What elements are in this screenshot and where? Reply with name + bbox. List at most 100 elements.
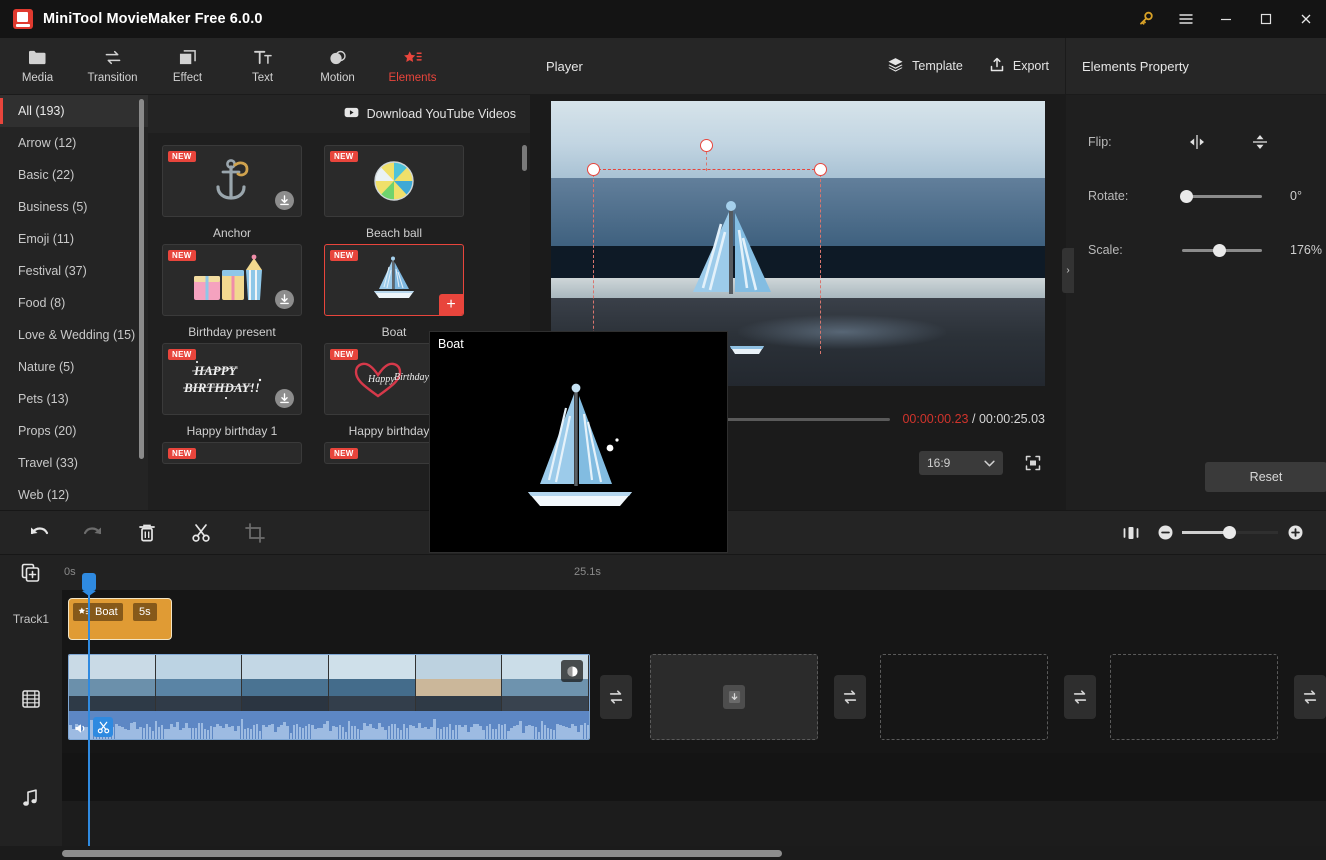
zoom-in-icon[interactable] [1278, 510, 1312, 555]
layers-square-icon [178, 48, 197, 67]
download-button[interactable] [275, 191, 294, 210]
minimize-icon[interactable] [1206, 0, 1246, 38]
download-button[interactable] [275, 389, 294, 408]
boat-element-overlay[interactable] [675, 186, 795, 316]
track-row-audio-upper[interactable] [62, 753, 1326, 801]
timeline-ruler[interactable]: 0s 25.1s [0, 555, 1326, 590]
category-item-food[interactable]: Food (8) [0, 287, 148, 319]
tab-effect[interactable]: Effect [150, 38, 225, 95]
fit-timeline-icon[interactable] [1114, 510, 1148, 555]
grid-scrollbar[interactable] [522, 145, 527, 171]
tab-media[interactable]: Media [0, 38, 75, 95]
template-button[interactable]: Template [887, 57, 963, 75]
elements-star-icon [403, 48, 423, 67]
timeline-playhead[interactable] [82, 573, 96, 846]
rotate-slider-knob[interactable] [1180, 189, 1193, 203]
svg-text:Happy: Happy [367, 374, 395, 385]
key-icon[interactable] [1126, 0, 1166, 38]
selection-handle-right[interactable] [813, 163, 827, 176]
media-placeholder-1[interactable] [650, 654, 818, 740]
new-badge: NEW [330, 151, 358, 162]
category-label: Web (12) [18, 488, 70, 502]
zoom-out-icon[interactable] [1148, 510, 1182, 555]
selection-rotate-handle[interactable] [699, 139, 713, 152]
category-item-basic[interactable]: Basic (22) [0, 159, 148, 191]
split-scissors-icon[interactable] [174, 510, 228, 555]
happy-birthday-text-icon: HAPPY BIRTHDAY!! [182, 361, 262, 399]
element-thumb-beach-ball[interactable]: NEW [324, 145, 464, 217]
media-placeholder-3[interactable] [1110, 654, 1278, 740]
delete-trash-icon[interactable] [120, 510, 174, 555]
transition-slot-1[interactable] [600, 675, 632, 719]
panel-collapse-handle[interactable]: › [1062, 248, 1074, 293]
element-thumb-next-1[interactable]: NEW [162, 442, 302, 464]
timeline-element-clip-boat[interactable]: Boat 5s [68, 598, 172, 640]
element-thumb-birthday-present[interactable]: NEW [162, 244, 302, 316]
category-item-travel[interactable]: Travel (33) [0, 447, 148, 479]
category-item-arrow[interactable]: Arrow (12) [0, 127, 148, 159]
tab-text[interactable]: Text [225, 38, 300, 95]
clip-thumbnail [242, 655, 330, 713]
category-item-nature[interactable]: Nature (5) [0, 351, 148, 383]
redo-icon[interactable] [66, 510, 120, 555]
reset-button[interactable]: Reset [1205, 462, 1326, 492]
add-element-button[interactable]: + [439, 294, 463, 315]
crop-icon[interactable] [228, 510, 282, 555]
transition-slot-3[interactable] [1064, 675, 1096, 719]
scale-slider-knob[interactable] [1213, 243, 1226, 257]
element-thumb-boat[interactable]: NEW + [324, 244, 464, 316]
timeline-video-clip[interactable] [68, 654, 590, 740]
maximize-icon[interactable] [1246, 0, 1286, 38]
close-icon[interactable] [1286, 0, 1326, 38]
aspect-ratio-select[interactable]: 16:9 [919, 451, 1003, 475]
undo-icon[interactable] [12, 510, 66, 555]
tab-transition[interactable]: Transition [75, 38, 150, 95]
scale-slider[interactable] [1182, 243, 1262, 257]
speaker-icon[interactable] [73, 720, 89, 736]
ruler-marks: 0s 25.1s [62, 555, 1326, 590]
music-note-icon [22, 788, 40, 811]
tab-motion[interactable]: Motion [300, 38, 375, 95]
mask-circle-icon[interactable] [561, 660, 583, 682]
download-arrow-icon [723, 685, 745, 709]
track-row-audio[interactable] [62, 801, 1326, 846]
element-thumb-happy-birthday-1[interactable]: NEW HAPPY BIRTHDAY!! [162, 343, 302, 415]
download-youtube-videos-button[interactable]: Download YouTube Videos [344, 107, 516, 121]
template-label: Template [912, 59, 963, 73]
export-button[interactable]: Export [989, 57, 1049, 76]
category-item-love-wedding[interactable]: Love & Wedding (15) [0, 319, 148, 351]
category-label: Props (20) [18, 424, 77, 438]
selection-handle-left[interactable] [586, 163, 600, 176]
category-label: Festival (37) [18, 264, 87, 278]
transition-slot-4[interactable] [1294, 675, 1326, 719]
timeline-zoom-slider[interactable] [1182, 526, 1278, 539]
fullscreen-icon[interactable] [1021, 451, 1045, 475]
rotate-slider[interactable] [1180, 189, 1262, 203]
media-placeholder-2[interactable] [880, 654, 1048, 740]
category-item-web[interactable]: Web (12) [0, 479, 148, 510]
category-item-pets[interactable]: Pets (13) [0, 383, 148, 415]
timeline-zoom-knob[interactable] [1223, 526, 1236, 539]
category-item-festival[interactable]: Festival (37) [0, 255, 148, 287]
playhead-handle[interactable] [82, 573, 96, 596]
category-item-business[interactable]: Business (5) [0, 191, 148, 223]
element-thumb-anchor[interactable]: NEW [162, 145, 302, 217]
flip-vertical-icon[interactable] [1245, 129, 1275, 155]
split-scissors-icon[interactable] [93, 717, 113, 737]
timeline: 0s 25.1s Track1 Boat 5s [0, 555, 1326, 860]
player-header-actions: Template Export [887, 57, 1049, 76]
category-scrollbar[interactable] [139, 99, 144, 459]
menu-icon[interactable] [1166, 0, 1206, 38]
track-row-video[interactable] [62, 648, 1326, 753]
window-controls [1126, 0, 1326, 38]
add-track-icon[interactable] [0, 555, 62, 590]
category-item-emoji[interactable]: Emoji (11) [0, 223, 148, 255]
track-row-elements[interactable]: Boat 5s [62, 590, 1326, 648]
transition-slot-2[interactable] [834, 675, 866, 719]
tab-elements[interactable]: Elements [375, 38, 450, 95]
category-item-all[interactable]: All (193) [0, 95, 148, 127]
timeline-horizontal-scrollbar[interactable] [62, 850, 782, 857]
download-button[interactable] [275, 290, 294, 309]
flip-horizontal-icon[interactable] [1182, 129, 1212, 155]
category-item-props[interactable]: Props (20) [0, 415, 148, 447]
